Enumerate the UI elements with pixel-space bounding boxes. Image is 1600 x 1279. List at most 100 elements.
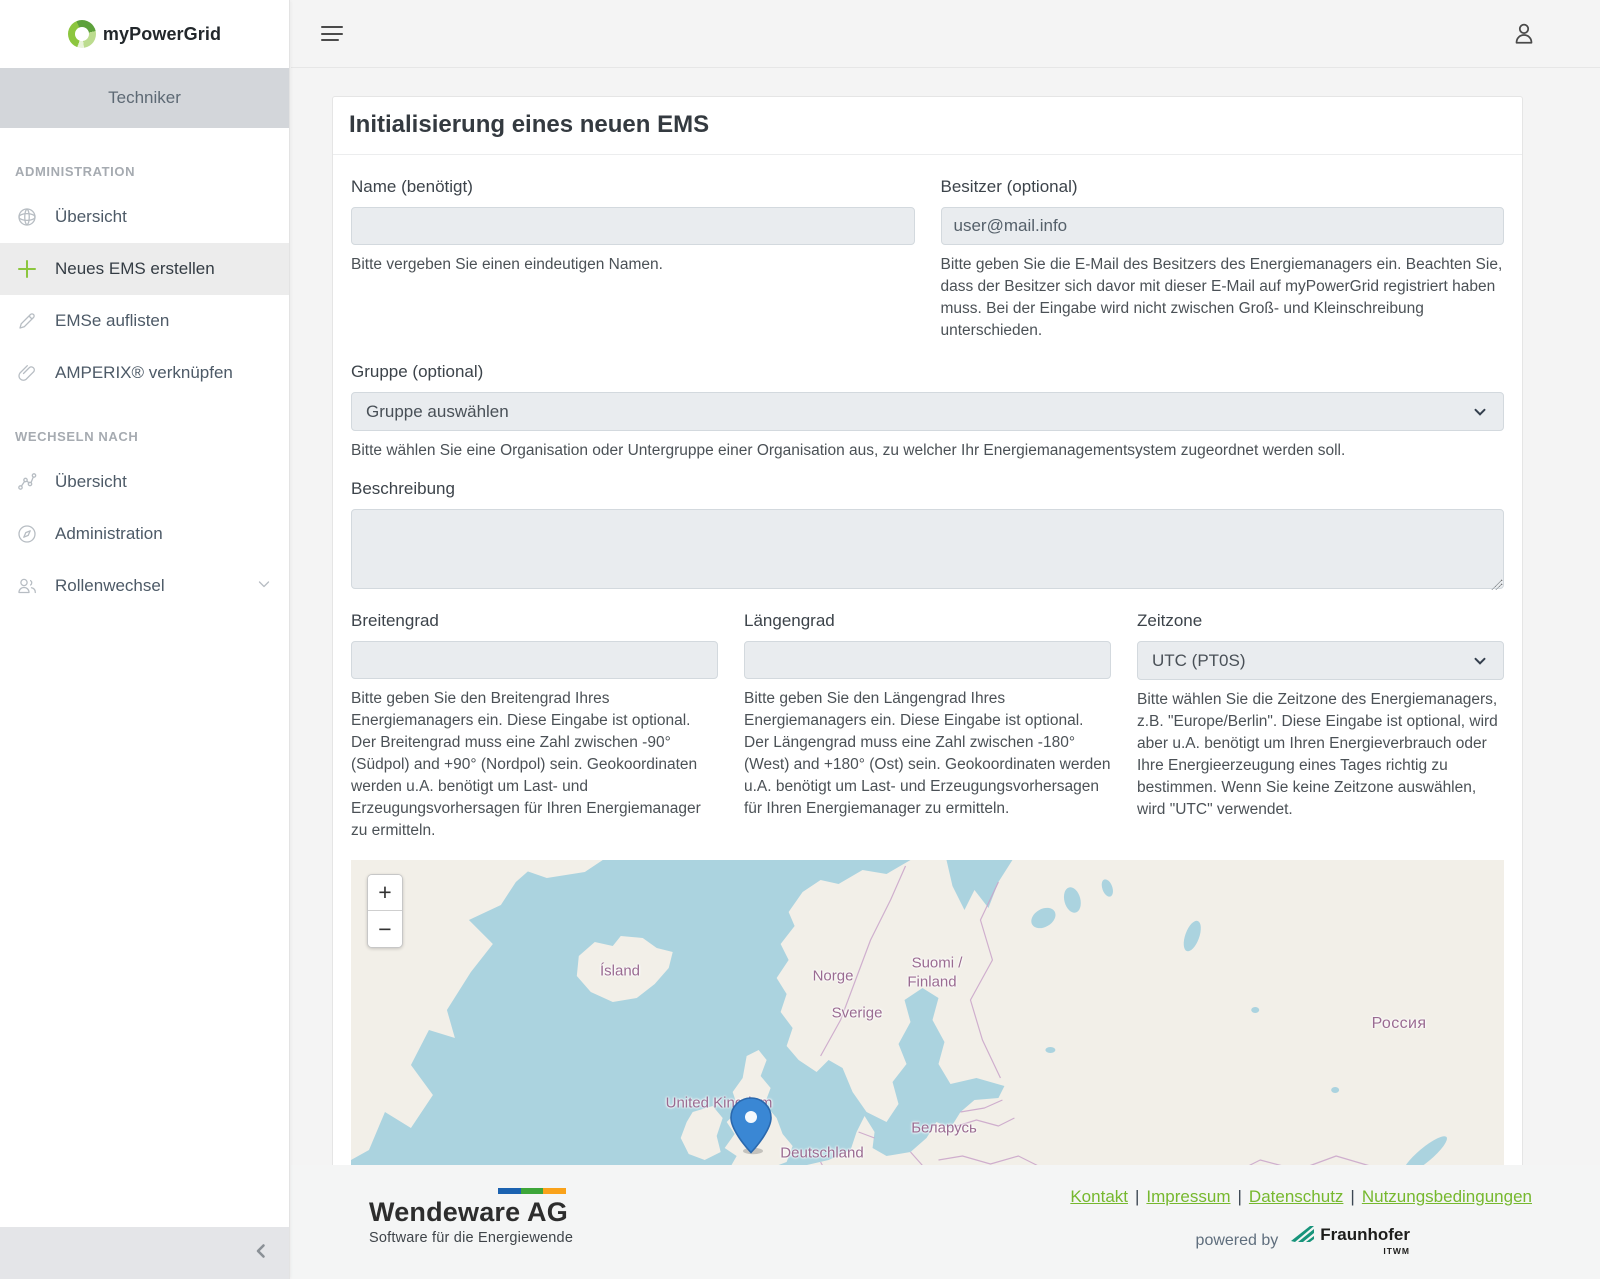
sidebar: myPowerGrid Techniker Administration Übe…: [0, 0, 290, 1279]
map-label-suomi: Suomi /: [912, 955, 963, 972]
owner-email-input[interactable]: [941, 207, 1505, 245]
owner-help: Bitte geben Sie die E-Mail des Besitzers…: [941, 254, 1505, 342]
map-label-norge: Norge: [813, 968, 854, 985]
globe-icon: [15, 205, 39, 229]
app-logo[interactable]: myPowerGrid: [0, 0, 289, 68]
map-label-island: Ísland: [600, 963, 640, 980]
page-title: Initialisierung eines neuen EMS: [333, 97, 1522, 155]
name-input[interactable]: [351, 207, 915, 245]
sidebar-item-label: Übersicht: [55, 472, 127, 492]
menu-toggle-button[interactable]: [321, 21, 343, 46]
ems-init-card: Initialisierung eines neuen EMS Name (be…: [332, 96, 1523, 1224]
user-account-button[interactable]: [1510, 20, 1538, 48]
pencil-icon: [15, 309, 39, 333]
page-content: Initialisierung eines neuen EMS Name (be…: [291, 68, 1600, 1224]
sidebar-item-label: Administration: [55, 524, 163, 544]
map-label-deutschland: Deutschland: [780, 1145, 863, 1162]
graph-nodes-icon: [15, 470, 39, 494]
owner-label: Besitzer (optional): [941, 177, 1505, 197]
timezone-selected-value: UTC (PT0S): [1152, 651, 1471, 671]
wendeware-logo: Wendeware AG Software für die Energiewen…: [369, 1188, 573, 1246]
zoom-out-button[interactable]: −: [368, 911, 402, 947]
group-field-block: Gruppe (optional) Gruppe auswählen Bitte…: [351, 362, 1504, 462]
zoom-in-button[interactable]: +: [368, 875, 402, 911]
sidebar-nav: Administration Übersicht Neues EMS erste…: [0, 128, 289, 612]
name-label: Name (benötigt): [351, 177, 915, 197]
timezone-label: Zeitzone: [1137, 611, 1504, 631]
name-field-block: Name (benötigt) Bitte vergeben Sie einen…: [351, 177, 915, 342]
chevron-left-icon: [251, 1241, 271, 1266]
sidebar-item-label: Übersicht: [55, 207, 127, 227]
map-label-belarus: Беларусь: [911, 1120, 977, 1137]
timezone-select[interactable]: UTC (PT0S): [1137, 641, 1504, 680]
fraunhofer-institute: ITWM: [1320, 1246, 1410, 1256]
timezone-help: Bitte wählen Sie die Zeitzone des Energi…: [1137, 689, 1504, 821]
sidebar-item-label: Rollenwechsel: [55, 576, 165, 596]
footer-link-nutzungsbedingungen[interactable]: Nutzungsbedingungen: [1362, 1187, 1532, 1206]
nav-section-wechseln-nach: Wechseln nach: [0, 413, 289, 456]
chevron-down-icon: [255, 575, 273, 598]
footer-links: Kontakt|Impressum|Datenschutz|Nutzungsbe…: [1070, 1187, 1532, 1207]
current-role-bar: Techniker: [0, 68, 289, 128]
fraunhofer-name: Fraunhofer: [1320, 1225, 1410, 1245]
sidebar-item-uebersicht-wechseln[interactable]: Übersicht: [0, 456, 289, 508]
compass-icon: [15, 522, 39, 546]
timezone-field-block: Zeitzone UTC (PT0S) Bitte wählen Sie die…: [1137, 611, 1504, 842]
footer: Kontakt|Impressum|Datenschutz|Nutzungsbe…: [291, 1165, 1600, 1279]
name-help: Bitte vergeben Sie einen eindeutigen Nam…: [351, 254, 915, 276]
sidebar-item-label: EMSe auflisten: [55, 311, 169, 331]
sidebar-item-amperix-verknuepfen[interactable]: AMPERIX® verknüpfen: [0, 347, 289, 399]
latitude-help: Bitte geben Sie den Breitengrad Ihres En…: [351, 688, 718, 842]
sidebar-collapse-button[interactable]: [0, 1227, 289, 1279]
link-separator: |: [1128, 1187, 1146, 1206]
brand-name: myPowerGrid: [103, 24, 221, 45]
paperclip-icon: [15, 361, 39, 385]
link-separator: |: [1343, 1187, 1361, 1206]
sidebar-item-emse-auflisten[interactable]: EMSe auflisten: [0, 295, 289, 347]
group-select[interactable]: Gruppe auswählen: [351, 392, 1504, 431]
group-help: Bitte wählen Sie eine Organisation oder …: [351, 440, 1504, 462]
map-label-sverige: Sverige: [832, 1005, 883, 1022]
wendeware-colorbar-icon: [498, 1188, 566, 1194]
wendeware-tagline: Software für die Energiewende: [369, 1230, 573, 1246]
longitude-input[interactable]: [744, 641, 1111, 679]
fraunhofer-logo: Fraunhofer ITWM: [1290, 1225, 1410, 1256]
longitude-label: Längengrad: [744, 611, 1111, 631]
current-role-label: Techniker: [108, 88, 181, 108]
ems-init-form: Name (benötigt) Bitte vergeben Sie einen…: [333, 155, 1522, 1223]
group-label: Gruppe (optional): [351, 362, 1504, 382]
description-field-block: Beschreibung: [351, 479, 1504, 594]
sidebar-item-administration[interactable]: Administration: [0, 508, 289, 560]
users-icon: [15, 574, 39, 598]
main-area: Initialisierung eines neuen EMS Name (be…: [291, 0, 1600, 1279]
latitude-label: Breitengrad: [351, 611, 718, 631]
topbar: [291, 0, 1600, 68]
group-selected-value: Gruppe auswählen: [366, 402, 1471, 422]
map-zoom-control: + −: [367, 874, 403, 948]
map-label-rossiya: Россия: [1372, 1015, 1427, 1033]
description-textarea[interactable]: [351, 509, 1504, 589]
footer-link-kontakt[interactable]: Kontakt: [1070, 1187, 1128, 1206]
map-label-finland: Finland: [907, 974, 956, 991]
sidebar-item-uebersicht-admin[interactable]: Übersicht: [0, 191, 289, 243]
sidebar-item-rollenwechsel[interactable]: Rollenwechsel: [0, 560, 289, 612]
nav-section-administration: Administration: [0, 148, 289, 191]
app-window: myPowerGrid Techniker Administration Übe…: [0, 0, 1600, 1279]
sidebar-item-neues-ems-erstellen[interactable]: Neues EMS erstellen: [0, 243, 289, 295]
latitude-input[interactable]: [351, 641, 718, 679]
footer-link-impressum[interactable]: Impressum: [1146, 1187, 1230, 1206]
latitude-field-block: Breitengrad Bitte geben Sie den Breiteng…: [351, 611, 718, 842]
longitude-field-block: Längengrad Bitte geben Sie den Längengra…: [744, 611, 1111, 842]
location-marker-pin[interactable]: [729, 1096, 773, 1156]
fraunhofer-stripes-icon: [1290, 1225, 1315, 1244]
powered-by-block: powered by Fraunhofer ITWM: [1196, 1225, 1410, 1256]
chevron-down-icon: [1471, 652, 1489, 670]
longitude-help: Bitte geben Sie den Längengrad Ihres Ene…: [744, 688, 1111, 820]
wendeware-name: Wendeware AG: [369, 1197, 573, 1228]
sidebar-item-label: Neues EMS erstellen: [55, 259, 215, 279]
brand-ring-icon: [68, 20, 96, 48]
footer-link-datenschutz[interactable]: Datenschutz: [1249, 1187, 1344, 1206]
chevron-down-icon: [1471, 403, 1489, 421]
owner-field-block: Besitzer (optional) Bitte geben Sie die …: [941, 177, 1505, 342]
sidebar-item-label: AMPERIX® verknüpfen: [55, 363, 233, 383]
